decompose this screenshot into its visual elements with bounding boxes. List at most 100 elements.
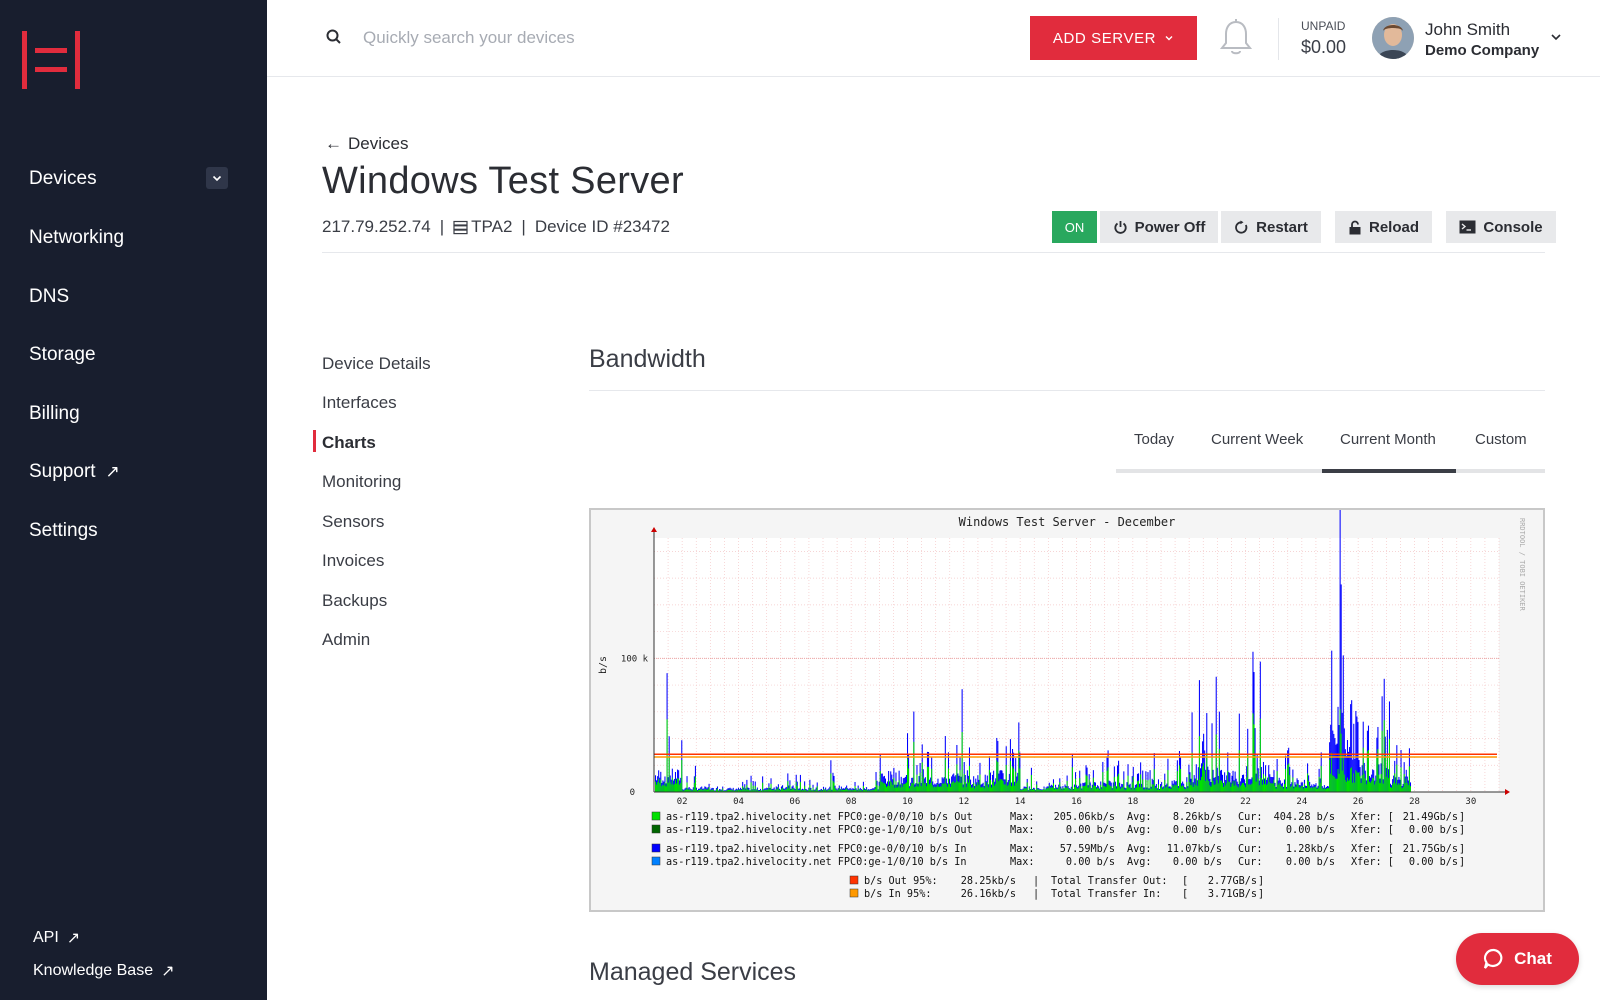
- user-company[interactable]: Demo Company: [1425, 42, 1539, 59]
- summary-value: 26.16kb/s: [961, 889, 1016, 900]
- out-traffic-bar: [1107, 767, 1109, 792]
- legend-series-label: as-r119.tpa2.hivelocity.net FPC0:ge-0/0/…: [666, 844, 967, 855]
- legend-max-label: Max:: [1010, 857, 1035, 868]
- out-traffic-bar: [1355, 770, 1357, 792]
- x-tick-label: 06: [789, 797, 800, 807]
- out-traffic-bar: [882, 783, 884, 792]
- out-traffic-bar: [1337, 769, 1339, 792]
- subnav-device-details[interactable]: Device Details: [322, 354, 431, 374]
- power-state-badge[interactable]: ON: [1052, 211, 1097, 243]
- tab-custom[interactable]: Custom: [1475, 431, 1527, 448]
- reload-button[interactable]: Reload: [1335, 211, 1432, 243]
- out-traffic-bar: [1083, 786, 1085, 792]
- devices-expand-chevron-icon[interactable]: [206, 167, 228, 189]
- subnav-charts[interactable]: Charts: [322, 433, 376, 453]
- subnav-sensors[interactable]: Sensors: [322, 512, 384, 532]
- out-traffic-bar: [1176, 771, 1178, 792]
- user-menu-chevron-icon[interactable]: [1549, 30, 1563, 44]
- out-traffic-bar: [1409, 786, 1411, 792]
- legend-max-value: 57.59Mb/s: [1060, 844, 1115, 855]
- out-traffic-bar: [1351, 767, 1353, 792]
- out-traffic-bar: [1356, 771, 1358, 792]
- out-traffic-bar: [662, 784, 664, 792]
- out-traffic-bar: [661, 786, 663, 792]
- tab-current-week[interactable]: Current Week: [1211, 431, 1303, 448]
- out-traffic-bar: [1014, 785, 1016, 792]
- out-traffic-bar: [967, 782, 969, 792]
- sidebar-item-support[interactable]: Support ↗: [29, 457, 120, 487]
- unpaid-amount[interactable]: $0.00: [1301, 37, 1346, 58]
- back-to-devices-link[interactable]: ← Devices: [325, 134, 408, 154]
- legend-swatch: [651, 811, 661, 821]
- out-traffic-bar: [956, 764, 958, 792]
- out-traffic-bar: [1047, 788, 1049, 792]
- x-tick-label: 16: [1071, 797, 1082, 807]
- avatar[interactable]: [1372, 17, 1414, 59]
- out-traffic-bar: [959, 770, 961, 792]
- out-traffic-bar: [744, 787, 746, 792]
- search-input[interactable]: [363, 24, 883, 52]
- sidebar-item-dns[interactable]: DNS: [29, 282, 69, 312]
- add-server-button[interactable]: ADD SERVER: [1030, 16, 1197, 60]
- chat-button[interactable]: Chat: [1456, 933, 1579, 985]
- summary-value: 28.25kb/s: [961, 876, 1016, 887]
- sidebar-item-storage[interactable]: Storage: [29, 340, 96, 370]
- subnav-admin[interactable]: Admin: [322, 630, 370, 650]
- out-traffic-bar: [1066, 780, 1068, 792]
- bandwidth-range-tabs: Today Current Week Current Month Custom: [1116, 413, 1545, 473]
- out-traffic-bar: [1363, 773, 1365, 792]
- out-traffic-bar: [957, 781, 959, 792]
- out-traffic-bar: [1369, 781, 1371, 792]
- out-traffic-bar: [1070, 788, 1072, 792]
- out-traffic-bar: [1384, 756, 1386, 792]
- out-traffic-bar: [1209, 785, 1211, 792]
- subnav-monitoring[interactable]: Monitoring: [322, 472, 401, 492]
- sidebar-item-devices[interactable]: Devices: [29, 164, 97, 194]
- sidebar-item-networking[interactable]: Networking: [29, 223, 124, 253]
- out-traffic-bar: [1307, 773, 1309, 792]
- out-traffic-bar: [1291, 785, 1293, 792]
- subnav-interfaces[interactable]: Interfaces: [322, 393, 397, 413]
- out-traffic-bar: [1230, 786, 1232, 792]
- knowledge-base-link[interactable]: Knowledge Base ↗: [33, 961, 175, 981]
- out-traffic-bar: [1257, 778, 1259, 792]
- out-traffic-bar: [1312, 788, 1314, 792]
- legend-avg-label: Avg:: [1127, 825, 1152, 836]
- restart-button[interactable]: Restart: [1221, 211, 1321, 243]
- out-traffic-bar: [1196, 785, 1198, 792]
- out-traffic-bar: [796, 785, 798, 792]
- sidebar-item-billing[interactable]: Billing: [29, 399, 80, 429]
- subnav-backups[interactable]: Backups: [322, 591, 387, 611]
- subnav-invoices[interactable]: Invoices: [322, 551, 384, 571]
- out-traffic-bar: [862, 785, 864, 792]
- out-traffic-bar: [1188, 774, 1190, 792]
- out-traffic-bar: [1071, 767, 1073, 792]
- chart-title: Windows Test Server - December: [959, 515, 1176, 529]
- out-traffic-bar: [752, 785, 754, 792]
- tab-today[interactable]: Today: [1134, 431, 1174, 448]
- notification-bell-icon[interactable]: [1218, 18, 1254, 58]
- out-traffic-bar: [900, 783, 902, 792]
- out-traffic-bar: [1100, 784, 1102, 792]
- out-traffic-bar: [929, 784, 931, 792]
- user-name[interactable]: John Smith: [1425, 20, 1510, 40]
- console-button[interactable]: Console: [1446, 211, 1556, 243]
- power-off-button[interactable]: Power Off: [1100, 211, 1218, 243]
- out-traffic-bar: [1285, 769, 1287, 792]
- out-traffic-bar: [1231, 783, 1233, 792]
- legend-xfer-label: Xfer: [: [1351, 857, 1394, 868]
- tab-current-month[interactable]: Current Month: [1340, 431, 1436, 448]
- out-traffic-bar: [1268, 776, 1270, 792]
- out-traffic-bar: [1229, 781, 1231, 792]
- out-traffic-bar: [1344, 780, 1346, 792]
- out-traffic-bar: [940, 786, 942, 792]
- api-link[interactable]: API ↗: [33, 928, 80, 948]
- hivelocity-logo-icon[interactable]: [22, 31, 80, 89]
- out-traffic-bar: [1191, 752, 1193, 792]
- out-traffic-bar: [1225, 785, 1227, 792]
- out-traffic-bar: [925, 786, 927, 792]
- out-traffic-bar: [1243, 782, 1245, 792]
- sidebar-item-settings[interactable]: Settings: [29, 516, 98, 546]
- out-traffic-bar: [1332, 775, 1334, 792]
- out-traffic-bar: [936, 786, 938, 792]
